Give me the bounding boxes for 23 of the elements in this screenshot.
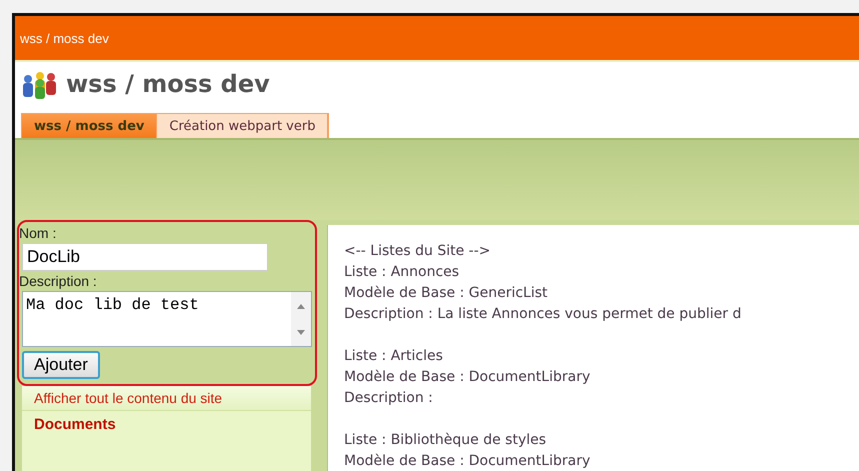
- site-title: wss / moss dev: [66, 70, 270, 98]
- output-line: Modèle de Base : DocumentLibrary: [344, 368, 592, 387]
- output-line: Modèle de Base : DocumentLibrary: [344, 452, 592, 471]
- name-label: Nom :: [19, 225, 56, 241]
- window-title: wss / moss dev: [20, 30, 109, 46]
- output-line: Liste : Articles: [344, 347, 444, 366]
- output-line: Liste : Annonces: [344, 263, 460, 282]
- output-line: Description :: [344, 389, 434, 408]
- output-line: Modèle de Base : GenericList: [344, 284, 549, 303]
- quick-launch-heading[interactable]: Documents: [22, 411, 311, 438]
- quick-launch-link[interactable]: Afficher tout le contenu du site: [22, 386, 311, 411]
- name-input[interactable]: DocLib: [22, 243, 268, 271]
- scroll-up-icon[interactable]: [297, 302, 305, 308]
- output-line: Liste : Bibliothèque de styles: [344, 431, 548, 450]
- add-button[interactable]: Ajouter: [22, 351, 100, 379]
- description-label: Description :: [19, 273, 97, 289]
- description-textarea[interactable]: Ma doc lib de test: [22, 291, 312, 347]
- output-line: <-- Listes du Site -->: [344, 242, 492, 261]
- scrollbar[interactable]: [291, 292, 311, 346]
- scroll-down-icon[interactable]: [297, 330, 305, 336]
- nav-tab[interactable]: wss / moss dev: [22, 114, 158, 138]
- output-line: Description : La liste Annonces vous permet de publier d: [344, 305, 742, 324]
- nav-tab[interactable]: Création webpart verb: [157, 114, 328, 138]
